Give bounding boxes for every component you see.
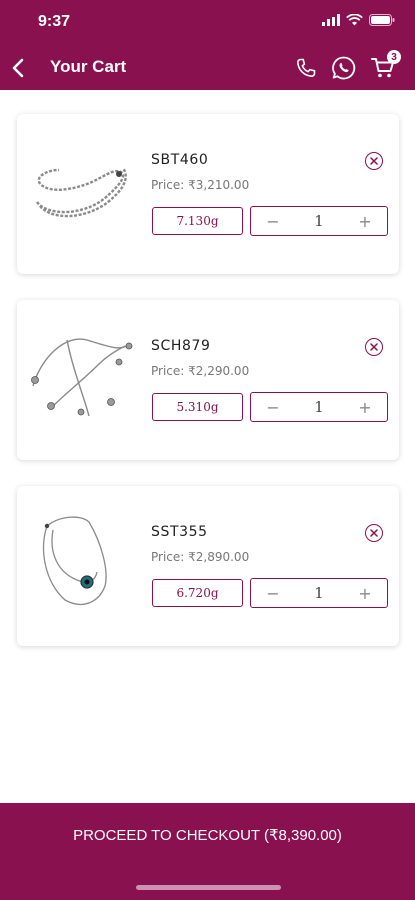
item-weight: 6.720g <box>152 579 243 607</box>
item-price: Price: ₹2,290.00 <box>151 364 250 378</box>
cart-button[interactable]: 3 <box>369 50 401 82</box>
back-button[interactable] <box>8 54 28 82</box>
close-icon <box>370 343 378 351</box>
cart-item-card: SBT460 Price: ₹3,210.00 7.130g − 1 + <box>17 114 399 274</box>
whatsapp-icon <box>332 56 356 80</box>
whatsapp-button[interactable] <box>330 54 358 82</box>
quantity-value: 1 <box>314 212 324 230</box>
charm-anklet-image <box>31 338 133 417</box>
chevron-left-icon <box>12 58 24 78</box>
cart-item-card: SCH879 Price: ₹2,290.00 5.310g − 1 + <box>17 300 399 460</box>
item-sku: SCH879 <box>151 338 211 354</box>
quantity-stepper: − 1 + <box>250 578 388 608</box>
remove-item-button[interactable] <box>365 152 383 170</box>
pendant-necklace-image <box>42 516 107 605</box>
item-weight: 7.130g <box>152 207 243 235</box>
quantity-stepper: − 1 + <box>250 206 388 236</box>
increase-quantity-button[interactable]: + <box>345 393 385 421</box>
item-sku: SBT460 <box>151 152 209 168</box>
home-indicator <box>136 885 281 890</box>
app-header: 9:37 Your Cart 3 <box>0 0 415 90</box>
close-icon <box>370 529 378 537</box>
quantity-value: 1 <box>314 398 324 416</box>
decrease-quantity-button[interactable]: − <box>253 579 293 607</box>
quantity-stepper: − 1 + <box>250 392 388 422</box>
item-price: Price: ₹2,890.00 <box>151 550 250 564</box>
phone-icon <box>297 58 316 77</box>
cart-item-card: SST355 Price: ₹2,890.00 6.720g − 1 + <box>17 486 399 646</box>
item-sku: SST355 <box>151 524 208 540</box>
close-icon <box>370 157 378 165</box>
decrease-quantity-button[interactable]: − <box>253 207 293 235</box>
item-price: Price: ₹3,210.00 <box>151 178 250 192</box>
remove-item-button[interactable] <box>365 338 383 356</box>
quantity-value: 1 <box>314 584 324 602</box>
remove-item-button[interactable] <box>365 524 383 542</box>
status-time: 9:37 <box>38 13 71 30</box>
decrease-quantity-button[interactable]: − <box>253 393 293 421</box>
status-bar: 9:37 <box>0 0 415 44</box>
status-icons <box>322 14 395 26</box>
bracelet-image <box>36 167 127 218</box>
signal-icon <box>322 14 340 26</box>
checkout-bar: PROCEED TO CHECKOUT (₹8,390.00) <box>0 803 415 900</box>
item-weight: 5.310g <box>152 393 243 421</box>
proceed-to-checkout-button[interactable]: PROCEED TO CHECKOUT (₹8,390.00) <box>0 803 415 867</box>
battery-icon <box>369 14 395 26</box>
cart-count-badge: 3 <box>387 50 401 64</box>
call-button[interactable] <box>292 54 320 82</box>
increase-quantity-button[interactable]: + <box>345 207 385 235</box>
page-title: Your Cart <box>50 57 127 76</box>
increase-quantity-button[interactable]: + <box>345 579 385 607</box>
wifi-icon <box>346 14 363 26</box>
